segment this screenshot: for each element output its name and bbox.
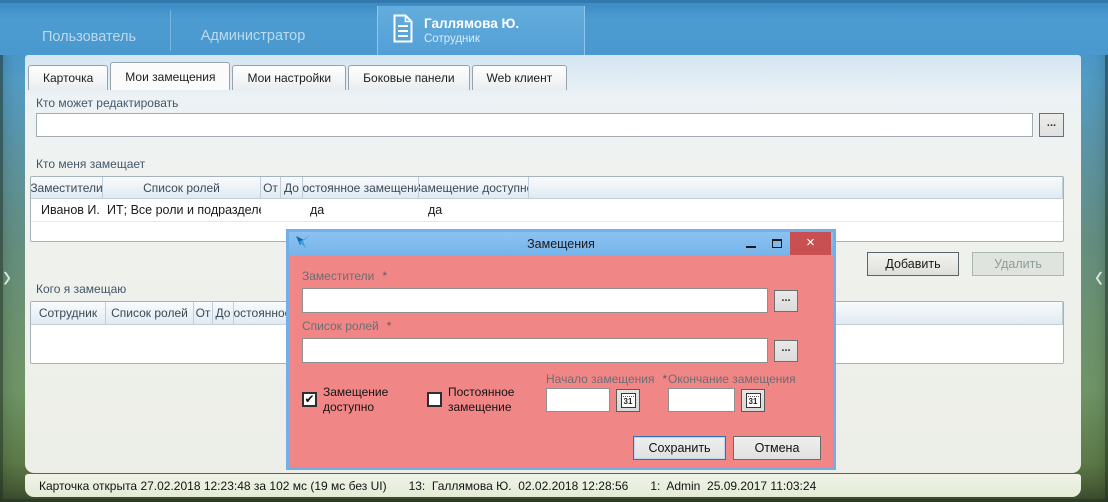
roles-field-label: Список ролей* (302, 319, 391, 333)
start-date-calendar-icon[interactable]: 31 (616, 389, 640, 412)
column-header[interactable]: Список ролей (106, 302, 194, 324)
save-button[interactable]: Сохранить (633, 436, 726, 460)
column-header[interactable]: От (261, 177, 281, 198)
end-date-calendar-icon[interactable]: 31 (741, 389, 765, 412)
end-date-label: Окончание замещения (668, 372, 804, 386)
main-toolbar: Пользователь Администратор Галлямова Ю. … (0, 0, 1108, 55)
substitutes-label: Кто меня замещает (36, 157, 1064, 171)
cancel-button[interactable]: Отмена (733, 436, 821, 460)
column-header[interactable]: До (281, 177, 303, 198)
application-window: Пользователь Администратор Галлямова Ю. … (0, 0, 1108, 502)
column-header[interactable]: Заместители (31, 177, 103, 198)
permanent-substitution-label[interactable]: Постоянное замещение (448, 385, 546, 415)
add-button[interactable]: Добавить (867, 252, 959, 276)
substitutes-browse-button[interactable]: ... (774, 290, 798, 312)
top-tab-separator (170, 10, 171, 51)
dialog-body: Заместители* ... Список ролей* ... ✔ Зам… (289, 255, 833, 467)
cell-empty (529, 199, 1063, 221)
editors-label: Кто может редактировать (36, 96, 1064, 110)
tab-web-client[interactable]: Web клиент (472, 65, 568, 90)
status-created-by: 1: Admin 25.09.2017 11:03:24 (650, 479, 816, 493)
status-modified-by: 13: Галлямова Ю. 02.02.2018 12:28:56 (409, 479, 629, 493)
right-sidepanel-expander[interactable]: ‹ (1095, 259, 1103, 294)
required-marker: * (663, 372, 668, 386)
start-date-label: Начало замещения* (546, 372, 667, 386)
column-header[interactable]: Постоянное замещение (303, 177, 419, 198)
tab-my-substitutions[interactable]: Мои замещения (110, 62, 230, 90)
substitution-dialog: Замещения × Заместители* ... Спи (286, 229, 836, 470)
close-icon[interactable]: × (790, 232, 831, 255)
permanent-substitution-checkbox[interactable] (427, 392, 442, 407)
cell-available: да (419, 199, 529, 221)
tab-card[interactable]: Карточка (28, 65, 108, 90)
tab-side-panels[interactable]: Боковые панели (348, 65, 469, 90)
roles-browse-button[interactable]: ... (774, 340, 798, 362)
column-header[interactable]: Замещение доступно (419, 177, 529, 198)
editors-browse-button[interactable]: ... (1039, 113, 1064, 137)
delete-button[interactable]: Удалить (972, 252, 1064, 276)
column-header-empty (529, 177, 1063, 198)
required-marker: * (382, 269, 387, 283)
tab-strip: Карточка Мои замещения Мои настройки Бок… (28, 62, 1078, 90)
cell-roles: ИТ; Все роли и подразделения (103, 199, 261, 221)
roles-field-input[interactable] (302, 338, 768, 363)
user-name: Галлямова Ю. (424, 16, 519, 32)
dialog-titlebar[interactable]: Замещения × (289, 232, 833, 255)
column-header[interactable]: Список ролей (103, 177, 261, 198)
end-date-input[interactable] (668, 388, 735, 412)
substitutes-field-label: Заместители* (302, 269, 387, 283)
user-role: Сотрудник (424, 32, 519, 46)
cell-to (281, 199, 303, 221)
substitutes-field-input[interactable] (302, 288, 768, 313)
start-date-input[interactable] (546, 388, 610, 412)
cell-from (261, 199, 281, 221)
column-header[interactable]: Сотрудник (31, 302, 106, 324)
table-row[interactable]: Иванов И. ИТ; Все роли и подразделения д… (31, 199, 1063, 222)
status-bar: Карточка открыта 27.02.2018 12:23:48 за … (25, 474, 1081, 497)
substitution-available-checkbox[interactable]: ✔ (302, 392, 317, 407)
cell-substitute: Иванов И. (31, 199, 103, 221)
app-logo-bird-icon (295, 234, 312, 254)
left-sidepanel-expander[interactable]: › (3, 259, 11, 294)
cell-permanent: да (303, 199, 419, 221)
substitutes-table-header: Заместители Список ролей От До Постоянно… (31, 177, 1063, 199)
current-user-tab[interactable]: Галлямова Ю. Сотрудник (377, 6, 585, 55)
status-card-opened: Карточка открыта 27.02.2018 12:23:48 за … (39, 479, 387, 493)
document-icon (392, 14, 414, 48)
tab-my-settings[interactable]: Мои настройки (232, 65, 346, 90)
required-marker: * (387, 319, 392, 333)
column-header[interactable]: До (213, 302, 234, 324)
minimize-icon[interactable] (738, 232, 764, 255)
substitution-available-label[interactable]: Замещение доступно (323, 385, 407, 415)
column-header[interactable]: От (194, 302, 213, 324)
maximize-icon[interactable] (764, 232, 790, 255)
editors-input[interactable] (36, 113, 1033, 137)
